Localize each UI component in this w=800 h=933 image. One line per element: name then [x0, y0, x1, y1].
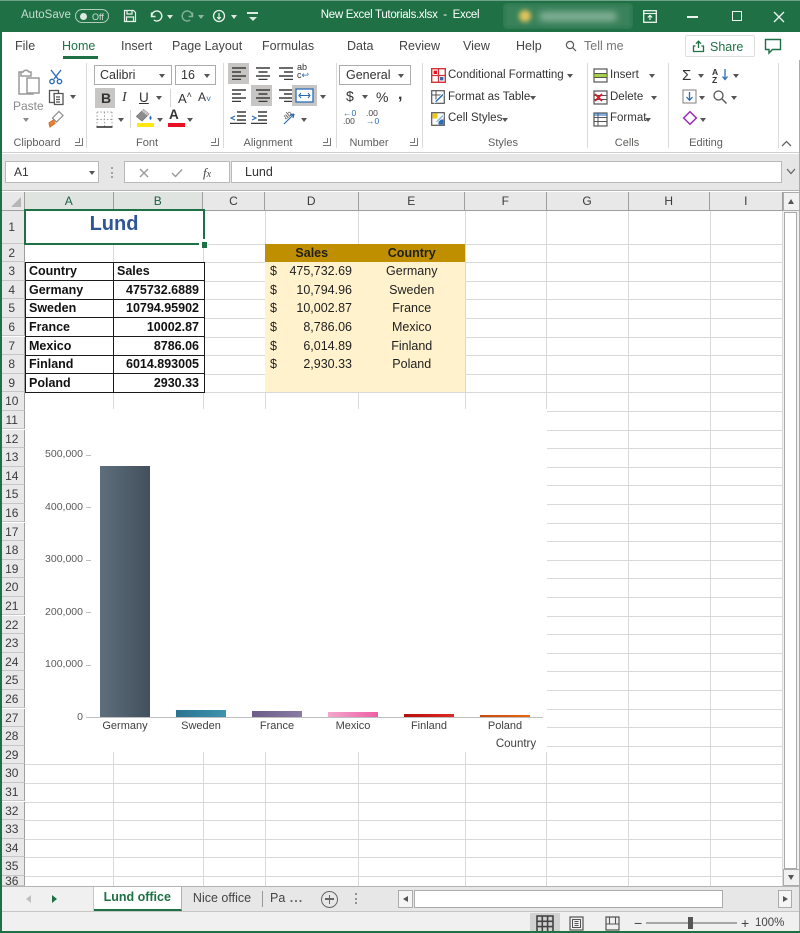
svg-text:ab: ab — [283, 110, 294, 121]
svg-text:Z: Z — [712, 75, 717, 83]
